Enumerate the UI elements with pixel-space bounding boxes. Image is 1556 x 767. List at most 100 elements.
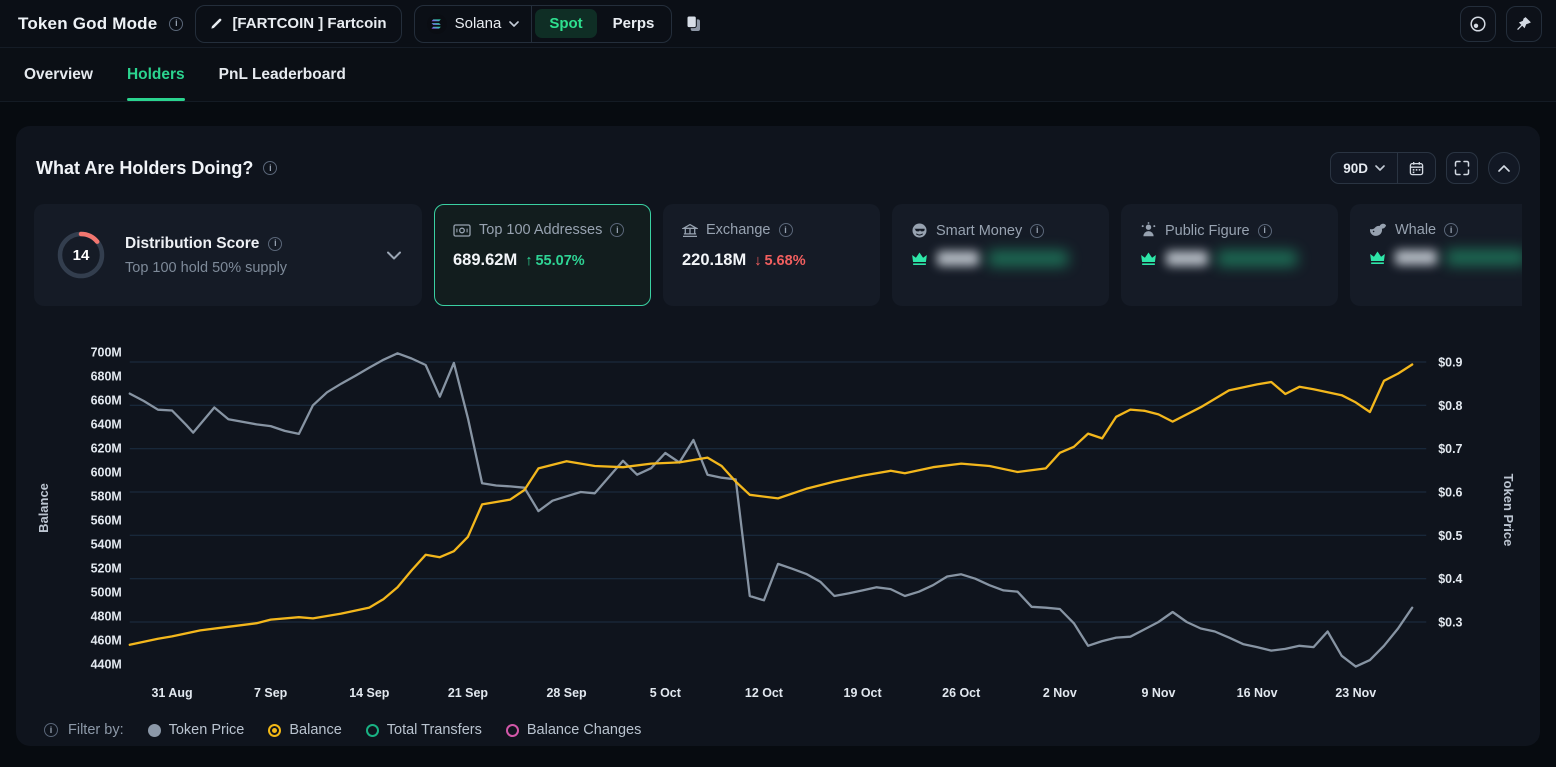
calendar-button[interactable]: [1398, 161, 1435, 176]
svg-text:500M: 500M: [91, 585, 122, 599]
info-icon[interactable]: [1030, 224, 1044, 238]
blurred-value: [1166, 251, 1208, 266]
exchange-card[interactable]: Exchange 220.18M ↓ 5.68%: [663, 204, 880, 306]
copy-icon[interactable]: [686, 15, 701, 32]
svg-text:$0.5: $0.5: [1438, 529, 1462, 543]
info-icon[interactable]: [779, 223, 793, 237]
svg-text:23 Nov: 23 Nov: [1335, 686, 1376, 700]
collapse-button[interactable]: [1488, 152, 1520, 184]
smart-money-card[interactable]: Smart Money: [892, 204, 1109, 306]
arrow-up-icon: ↑: [525, 253, 532, 269]
filter-option-label: Balance Changes: [527, 722, 641, 738]
public-figure-card[interactable]: Public Figure: [1121, 204, 1338, 306]
app-title: Token God Mode: [18, 14, 157, 34]
pin-button[interactable]: [1506, 6, 1542, 42]
tab-overview[interactable]: Overview: [24, 48, 93, 101]
distribution-score-value: 14: [73, 247, 90, 264]
tab-spot[interactable]: Spot: [535, 9, 596, 38]
chain-selector[interactable]: Solana: [415, 14, 532, 34]
card-title: Whale: [1395, 222, 1436, 238]
crown-icon: [1140, 251, 1157, 266]
filter-option-total-transfers[interactable]: Total Transfers: [366, 722, 482, 738]
app-header: Token God Mode [FARTCOIN ] Fartcoin Sola…: [0, 0, 1556, 48]
svg-text:2 Nov: 2 Nov: [1043, 686, 1077, 700]
top100-addresses-card[interactable]: Top 100 Addresses 689.62M ↑ 55.07%: [434, 204, 651, 306]
eye-icon: [1469, 15, 1487, 33]
pencil-icon: [210, 17, 223, 30]
blurred-value: [937, 251, 979, 266]
info-icon[interactable]: [610, 223, 624, 237]
banknote-icon: [453, 224, 471, 237]
filter-option-balance[interactable]: Balance: [268, 722, 341, 738]
distribution-score-card[interactable]: 14 Distribution Score Top 100 hold 50% s…: [34, 204, 422, 306]
blurred-change: [1446, 250, 1522, 265]
card-title: Public Figure: [1165, 223, 1250, 239]
svg-text:28 Sep: 28 Sep: [546, 686, 587, 700]
range-value: 90D: [1343, 161, 1368, 176]
filter-option-label: Token Price: [169, 722, 245, 738]
crown-icon: [1369, 250, 1386, 265]
panel-controls: 90D: [1330, 152, 1520, 184]
chain-name: Solana: [455, 15, 502, 32]
svg-text:480M: 480M: [91, 609, 122, 623]
range-dropdown[interactable]: 90D: [1331, 161, 1397, 176]
card-value: 689.62M: [453, 251, 517, 270]
public-figure-icon: [1140, 222, 1157, 239]
panel-title: What Are Holders Doing?: [36, 158, 253, 179]
svg-text:580M: 580M: [91, 489, 122, 503]
tab-holders[interactable]: Holders: [127, 48, 185, 101]
info-icon[interactable]: [268, 237, 282, 251]
svg-text:520M: 520M: [91, 561, 122, 575]
redacted-value: [1140, 251, 1319, 266]
svg-text:14 Sep: 14 Sep: [349, 686, 390, 700]
svg-text:7 Sep: 7 Sep: [254, 686, 288, 700]
svg-text:460M: 460M: [91, 633, 122, 647]
chart-filter-bar: Filter by: Token Price Balance Total Tra…: [34, 706, 1522, 754]
filter-option-token-price[interactable]: Token Price: [148, 722, 245, 738]
svg-text:440M: 440M: [91, 657, 122, 671]
crown-icon: [911, 251, 928, 266]
whale-card[interactable]: Whale: [1350, 204, 1522, 306]
tab-perps[interactable]: Perps: [599, 9, 669, 38]
card-title: Top 100 Addresses: [479, 222, 602, 238]
svg-text:$0.8: $0.8: [1438, 399, 1462, 413]
filter-option-balance-changes[interactable]: Balance Changes: [506, 722, 641, 738]
info-icon[interactable]: [263, 161, 277, 175]
card-title: Smart Money: [936, 223, 1022, 239]
svg-text:$0.9: $0.9: [1438, 355, 1462, 369]
chevron-down-icon: [1375, 165, 1385, 171]
distribution-gauge: 14: [55, 229, 107, 281]
header-actions: [1460, 6, 1542, 42]
svg-text:660M: 660M: [91, 393, 122, 407]
token-price-dot-icon: [148, 724, 161, 737]
info-icon[interactable]: [1444, 223, 1458, 237]
svg-text:640M: 640M: [91, 417, 122, 431]
svg-text:$0.6: $0.6: [1438, 485, 1462, 499]
svg-text:12 Oct: 12 Oct: [745, 686, 783, 700]
watch-button[interactable]: [1460, 6, 1496, 42]
whale-icon: [1369, 223, 1387, 237]
svg-text:620M: 620M: [91, 441, 122, 455]
svg-text:700M: 700M: [91, 345, 122, 359]
chevron-down-icon: [509, 21, 519, 27]
svg-text:680M: 680M: [91, 369, 122, 383]
chevron-down-icon[interactable]: [387, 251, 401, 260]
tab-pnl-leaderboard[interactable]: PnL Leaderboard: [219, 48, 346, 101]
info-icon[interactable]: [44, 723, 58, 737]
svg-text:540M: 540M: [91, 537, 122, 551]
total-transfers-ring-icon: [366, 724, 379, 737]
holder-metric-cards: 14 Distribution Score Top 100 hold 50% s…: [34, 204, 1522, 306]
token-selector[interactable]: [FARTCOIN ] Fartcoin: [195, 5, 401, 43]
blurred-change: [1217, 251, 1297, 266]
filter-option-label: Total Transfers: [387, 722, 482, 738]
svg-text:5 Oct: 5 Oct: [650, 686, 681, 700]
section-tabs: Overview Holders PnL Leaderboard: [0, 48, 1556, 102]
svg-text:31 Aug: 31 Aug: [152, 686, 193, 700]
svg-text:9 Nov: 9 Nov: [1142, 686, 1176, 700]
card-change: 5.68%: [764, 253, 805, 269]
fullscreen-button[interactable]: [1446, 152, 1478, 184]
info-icon[interactable]: [169, 17, 183, 31]
blurred-change: [988, 251, 1068, 266]
svg-text:$0.4: $0.4: [1438, 572, 1462, 586]
info-icon[interactable]: [1258, 224, 1272, 238]
